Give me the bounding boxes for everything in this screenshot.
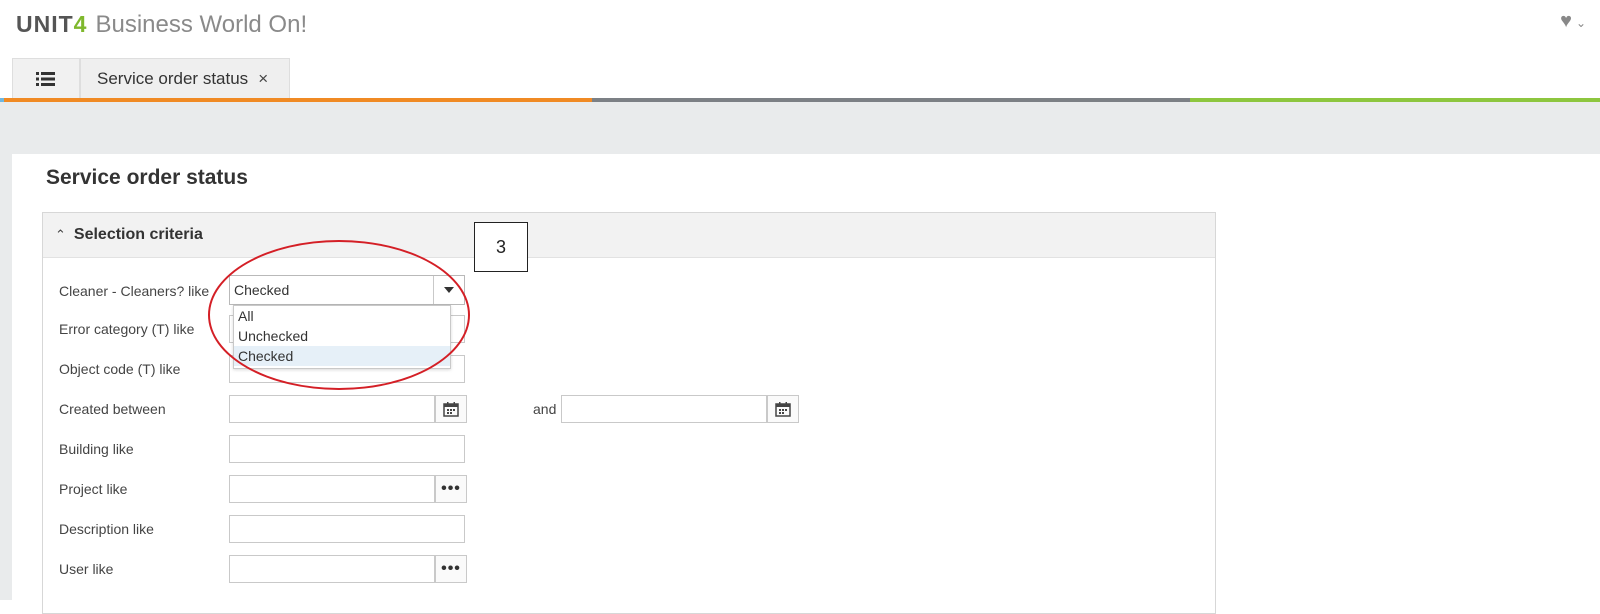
toolbar-band (0, 102, 1600, 154)
cleaner-dropdown-list: All Unchecked Checked (233, 305, 451, 369)
heart-icon: ♥ (1560, 10, 1572, 32)
created-from-input[interactable] (229, 395, 435, 423)
created-between-label: Created between (59, 401, 166, 417)
building-input[interactable] (229, 435, 465, 463)
browse-icon[interactable]: ••• (435, 555, 467, 583)
option-unchecked[interactable]: Unchecked (234, 326, 450, 346)
logo-brand: UNIT4 (16, 11, 88, 37)
row-error-category: Error category (T) like (59, 313, 231, 345)
row-user: User like (59, 553, 231, 585)
calendar-icon[interactable] (435, 395, 467, 423)
error-category-label: Error category (T) like (59, 321, 195, 337)
row-created-between: Created between (59, 393, 231, 425)
description-input[interactable] (229, 515, 465, 543)
row-cleaner: Cleaner - Cleaners? like (59, 275, 231, 307)
page-title: Service order status (46, 166, 248, 189)
and-label: and (533, 401, 557, 417)
app-logo: UNIT4 Business World On! (16, 8, 307, 39)
left-edge (0, 102, 12, 600)
tab-menu[interactable] (12, 58, 80, 99)
list-icon (36, 72, 55, 86)
row-building: Building like (59, 433, 231, 465)
row-description: Description like (59, 513, 231, 545)
step-callout: 3 (474, 222, 528, 272)
object-code-label: Object code (T) like (59, 361, 181, 377)
close-icon[interactable]: × (258, 69, 268, 89)
selection-criteria-panel: ⌃ Selection criteria Cleaner - Cleaners?… (42, 212, 1216, 614)
dropdown-arrow-icon[interactable] (433, 276, 464, 304)
user-input[interactable] (229, 555, 435, 583)
panel-title: Selection criteria (73, 226, 203, 243)
collapse-icon[interactable]: ⌃ (55, 227, 66, 243)
created-to-input[interactable] (561, 395, 767, 423)
description-label: Description like (59, 521, 154, 537)
tab-service-order-status[interactable]: Service order status × (80, 58, 290, 98)
cleaner-select[interactable]: Checked (229, 275, 465, 305)
option-checked[interactable]: Checked (234, 346, 450, 366)
option-all[interactable]: All (234, 306, 450, 326)
cleaner-value: Checked (234, 282, 290, 298)
project-input[interactable] (229, 475, 435, 503)
project-label: Project like (59, 481, 128, 497)
calendar-icon[interactable] (767, 395, 799, 423)
cleaner-label: Cleaner - Cleaners? like (59, 283, 210, 299)
building-label: Building like (59, 441, 134, 457)
product-name: Business World On! (95, 11, 308, 38)
tab-strip: Service order status × (0, 58, 1600, 100)
user-label: User like (59, 561, 114, 577)
row-project: Project like (59, 473, 231, 505)
panel-header[interactable]: ⌃ Selection criteria (43, 213, 1215, 258)
top-bar: UNIT4 Business World On! ♥ ⌄ (0, 0, 1600, 50)
browse-icon[interactable]: ••• (435, 475, 467, 503)
row-object-code: Object code (T) like (59, 353, 231, 385)
tab-title: Service order status (97, 68, 249, 88)
chevron-down-icon: ⌄ (1575, 16, 1586, 30)
favorites-menu[interactable]: ♥ ⌄ (1560, 10, 1586, 33)
